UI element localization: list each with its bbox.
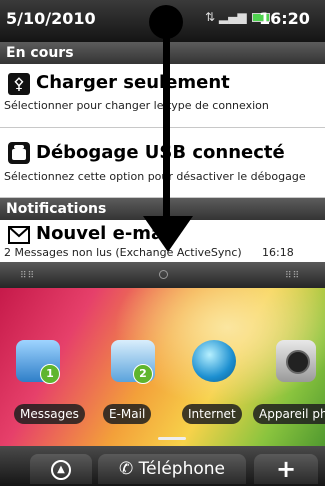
phone-button-label: Téléphone [138,459,225,479]
plus-icon: + [275,455,297,483]
add-to-home-button[interactable]: + [254,454,318,484]
handle-dot [159,270,168,279]
notification-subtitle: Sélectionnez cette option pour désactive… [4,170,306,183]
app-label-messages[interactable]: Messages [14,404,85,424]
grip-dots-left: ⠿⠿ [20,271,36,281]
notification-drawer-handle[interactable]: ⠿⠿ ⠿⠿ [0,262,325,288]
phone-button[interactable]: ✆ Téléphone [98,454,246,484]
phone-handset-icon: ✆ [119,459,134,479]
notification-subtitle: 2 Messages non lus (Exchange ActiveSync) [4,246,242,259]
usb-icon: ⚴ [8,73,30,95]
internet-app-icon[interactable] [192,340,236,382]
notification-title: Débogage USB connecté [36,142,285,163]
signal-icon: ▂▄▆ [218,10,247,24]
app-label-email[interactable]: E-Mail [103,404,152,424]
camera-lens-icon [286,350,310,374]
email-app-icon[interactable]: 2 [111,340,155,384]
section-notifications-header: Notifications [0,198,325,220]
messages-badge: 1 [40,364,60,384]
email-badge: 2 [133,364,153,384]
app-label-camera[interactable]: Appareil photo [253,404,325,424]
notification-new-email[interactable]: Nouvel e-mail 2 Messages non lus (Exchan… [0,220,325,262]
status-time: 16:20 [259,9,310,28]
android-debug-icon [8,142,30,164]
messages-app-icon[interactable]: 1 [16,340,60,384]
dock: ▲ ✆ Téléphone + [0,446,325,486]
dock-indicator [158,437,186,440]
notification-time: 16:18 [262,246,294,259]
notification-charge-only[interactable]: ⚴ Charger seulement Sélectionner pour ch… [0,64,325,128]
notification-title: Charger seulement [36,72,230,93]
all-apps-button[interactable]: ▲ [30,454,92,484]
notification-usb-debugging[interactable]: Débogage USB connecté Sélectionnez cette… [0,128,325,198]
section-ongoing-header: En cours [0,42,325,64]
notification-subtitle: Sélectionner pour changer le type de con… [4,99,269,112]
data-transfer-icon: ⇅ [205,10,216,24]
status-bar[interactable]: 5/10/2010 ⇅ ▂▄▆ 16:20 [0,0,325,42]
grip-dots-right: ⠿⠿ [285,271,301,281]
envelope-icon [8,226,30,248]
status-date: 5/10/2010 [6,9,96,28]
chevron-up-icon: ▲ [51,459,71,480]
notification-title: Nouvel e-mail [36,223,176,244]
app-label-internet[interactable]: Internet [182,404,242,424]
camera-app-icon[interactable] [276,340,316,382]
